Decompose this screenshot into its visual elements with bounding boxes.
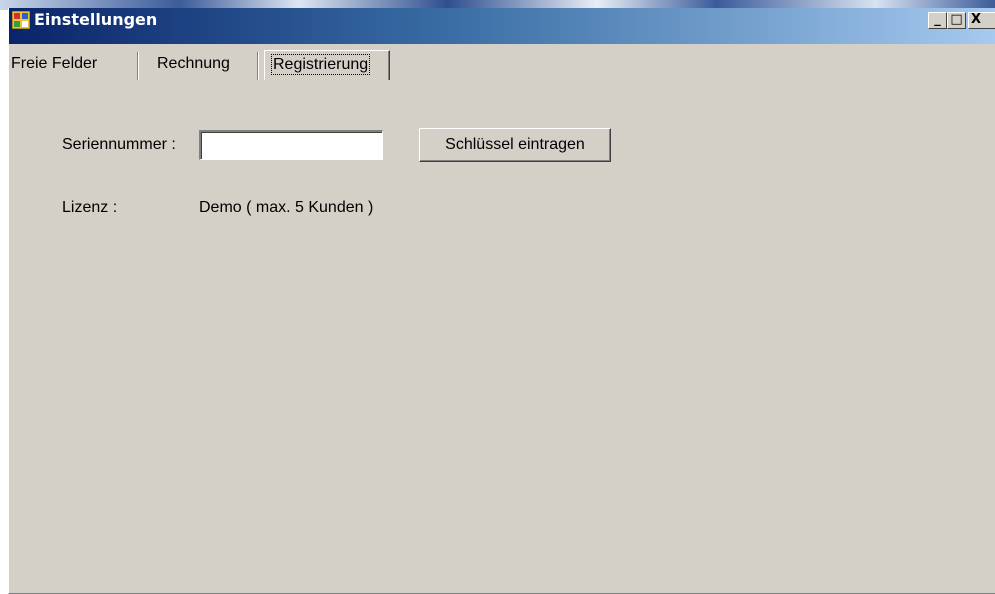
license-label: Lizenz : xyxy=(62,199,118,216)
close-button[interactable]: X xyxy=(968,12,995,29)
tab-label: Freie Felder xyxy=(11,55,98,72)
title-bar[interactable]: Einstellungen _ □ X xyxy=(9,8,995,44)
serial-number-label: Seriennummer : xyxy=(62,136,176,153)
tab-registrierung[interactable]: Registrierung xyxy=(264,50,390,80)
maximize-icon: □ xyxy=(950,12,963,27)
app-icon xyxy=(12,11,30,29)
minimize-icon: _ xyxy=(934,12,941,27)
license-value: Demo ( max. 5 Kunden ) xyxy=(199,199,374,216)
tab-divider xyxy=(137,52,138,80)
window-title: Einstellungen xyxy=(34,10,158,29)
tab-label: Rechnung xyxy=(157,55,230,72)
enter-key-button[interactable]: Schlüssel eintragen xyxy=(419,128,611,162)
tab-freie-felder[interactable]: Freie Felder xyxy=(11,50,129,80)
serial-number-input[interactable] xyxy=(199,130,383,160)
tab-rechnung[interactable]: Rechnung xyxy=(157,50,257,80)
close-icon: X xyxy=(971,12,982,27)
tab-strip: Freie Felder Rechnung Registrierung xyxy=(9,44,995,84)
settings-window: Einstellungen _ □ X Freie Felder Rechnun… xyxy=(8,8,995,594)
maximize-button[interactable]: □ xyxy=(947,12,966,29)
tab-label: Registrierung xyxy=(270,54,371,75)
minimize-button[interactable]: _ xyxy=(928,12,947,29)
tab-divider xyxy=(257,52,258,80)
